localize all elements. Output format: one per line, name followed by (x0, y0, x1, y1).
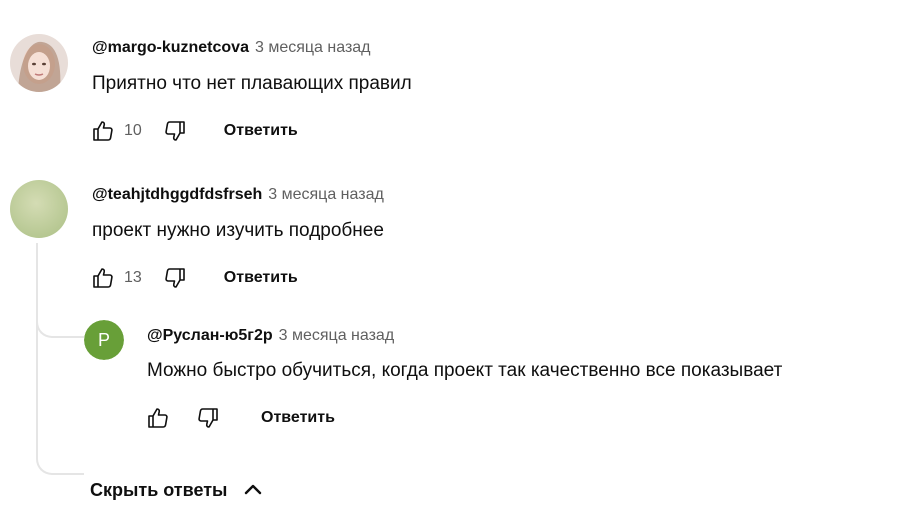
dislike-button[interactable] (160, 264, 190, 292)
thumb-up-icon (148, 408, 168, 428)
comment-actions: 10 Ответить (88, 117, 298, 145)
like-count: 13 (124, 269, 142, 286)
comment-actions: 13 Ответить (88, 264, 298, 292)
like-button[interactable] (88, 117, 118, 145)
thumb-up-icon (93, 268, 113, 288)
like-count: 10 (124, 122, 142, 139)
hide-replies-button[interactable]: Скрыть ответы (90, 476, 265, 504)
comment-timestamp[interactable]: 3 месяца назад (255, 39, 371, 56)
comment-author[interactable]: @teahjtdhggdfdsfrseh (92, 186, 262, 203)
green-blurred-avatar-icon (10, 180, 68, 238)
reply-button[interactable]: Ответить (224, 269, 298, 287)
reply-button[interactable]: Ответить (224, 122, 298, 140)
reply-timestamp[interactable]: 3 месяца назад (279, 327, 395, 344)
avatar[interactable]: Р (84, 320, 124, 360)
thumb-up-icon (93, 121, 113, 141)
reply-text: Можно быстро обучиться, когда проект так… (147, 360, 783, 381)
comment-author[interactable]: @margo-kuznetcova (92, 39, 249, 56)
thumb-down-icon (165, 268, 185, 288)
hide-replies-label: Скрыть ответы (90, 479, 228, 500)
thumb-down-icon (198, 408, 218, 428)
like-button[interactable] (143, 404, 173, 432)
reply-actions: Ответить (143, 404, 335, 432)
avatar[interactable] (10, 34, 68, 92)
thumb-down-icon (165, 121, 185, 141)
chevron-up-icon (245, 484, 262, 495)
avatar-letter: Р (84, 320, 124, 360)
dislike-button[interactable] (193, 404, 223, 432)
reply-button[interactable]: Ответить (261, 409, 335, 427)
photo-avatar-icon (10, 34, 68, 92)
dislike-button[interactable] (160, 117, 190, 145)
comment-timestamp[interactable]: 3 месяца назад (268, 186, 384, 203)
thread-connector (36, 243, 84, 475)
like-button[interactable] (88, 264, 118, 292)
comment-text: Приятно что нет плавающих правил (92, 73, 412, 94)
comment-text: проект нужно изучить подробнее (92, 220, 384, 241)
reply-author[interactable]: @Руслан-ю5г2р (147, 327, 273, 344)
avatar[interactable] (10, 180, 68, 238)
